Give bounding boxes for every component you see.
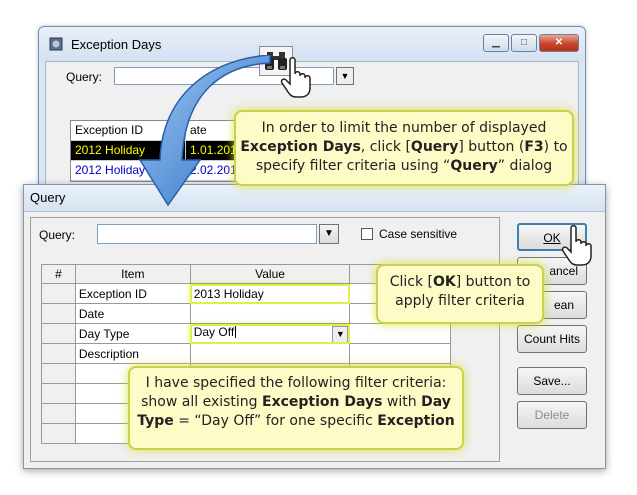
- callout-text: Query: [410, 138, 459, 155]
- callout-text: = “Day Off” for one specific: [173, 412, 378, 429]
- callout-text: Click [: [389, 274, 433, 290]
- callout-text: Type: [137, 412, 174, 429]
- callout-line: Type = “Day Off” for one specific Except…: [130, 412, 462, 431]
- hand-pointer-icon: [280, 57, 311, 98]
- case-sensitive-checkbox[interactable]: [361, 228, 373, 240]
- callout-line: Exception Days, click [Query] button (F3…: [236, 138, 572, 157]
- row-number: [41, 303, 76, 324]
- column-header: Item: [74, 264, 191, 284]
- grid-item: Description: [74, 343, 191, 364]
- grid-item: Exception ID: [74, 283, 191, 304]
- grid-value-input[interactable]: [189, 343, 351, 364]
- column-header: #: [41, 264, 76, 284]
- grid-extra: [349, 343, 451, 364]
- row-number: [41, 283, 76, 304]
- grid-value-input[interactable]: 2013 Holiday: [189, 283, 351, 304]
- row-number: [41, 343, 76, 364]
- callout-filter-criteria: I have specified the following filter cr…: [128, 366, 464, 450]
- callout-line: Click [OK] button to: [378, 273, 542, 292]
- count-hits-button[interactable]: Count Hits: [517, 325, 587, 353]
- callout-text: ) to: [543, 138, 568, 155]
- dialog-title: Query: [30, 190, 66, 205]
- row-number: [41, 363, 76, 384]
- maximize-icon[interactable]: □: [511, 34, 537, 52]
- grid-row[interactable]: Day Type ▼ Day Off: [41, 323, 451, 344]
- chevron-down-icon[interactable]: ▼: [336, 67, 354, 85]
- query-input[interactable]: [97, 224, 317, 244]
- callout-text: Query: [450, 157, 498, 174]
- callout-text: Exception: [377, 412, 455, 429]
- query-dialog-titlebar: Query: [24, 185, 605, 212]
- row-number: [41, 383, 76, 404]
- query-label: Query:: [66, 70, 103, 84]
- row-number: [41, 323, 76, 344]
- row-number: [41, 403, 76, 424]
- delete-button[interactable]: Delete: [517, 401, 587, 429]
- grid-value-select[interactable]: ▼ Day Off: [189, 323, 351, 344]
- callout-text: , click [: [360, 138, 411, 155]
- callout-text: ” dialog: [497, 157, 553, 174]
- callout-text: Exception Days: [262, 393, 383, 410]
- minimize-icon[interactable]: ▁: [483, 34, 509, 52]
- chevron-down-icon[interactable]: ▼: [319, 224, 339, 244]
- grid-value-text: Day Off: [193, 324, 235, 339]
- callout-text: OK: [432, 274, 456, 290]
- ok-button-label: OK: [543, 231, 561, 245]
- window-title: Exception Days: [71, 37, 162, 52]
- callout-text: Day: [421, 393, 451, 410]
- save-button[interactable]: Save...: [517, 367, 587, 395]
- callout-query-instruction: In order to limit the number of displaye…: [234, 110, 574, 186]
- callout-text: with: [382, 393, 422, 410]
- close-icon[interactable]: ✕: [539, 34, 579, 52]
- callout-text: I have specified the following filter cr…: [145, 375, 447, 391]
- hand-pointer-icon: [561, 225, 592, 266]
- callout-line: show all existing Exception Days with Da…: [130, 393, 462, 412]
- text-caret: [235, 326, 237, 339]
- grid-extra: [349, 323, 451, 344]
- callout-line: apply filter criteria: [378, 292, 542, 311]
- query-label: Query:: [39, 228, 76, 242]
- case-sensitive-label: Case sensitive: [379, 227, 458, 241]
- callout-text: F3: [524, 138, 544, 155]
- callout-text: In order to limit the number of displaye…: [261, 120, 547, 136]
- callout-line: In order to limit the number of displaye…: [236, 119, 572, 138]
- grid-item: Date: [74, 303, 191, 324]
- callout-text: Exception Days: [240, 138, 361, 155]
- row-number: [41, 423, 76, 444]
- grid-value-input[interactable]: [189, 303, 351, 324]
- callout-ok-instruction: Click [OK] button to apply filter criter…: [376, 264, 544, 324]
- grid-item: Day Type: [74, 323, 191, 344]
- callout-text: ] button (: [458, 138, 525, 155]
- app-icon: [49, 37, 63, 51]
- callout-text: show all existing: [141, 393, 263, 410]
- column-header: Value: [189, 264, 351, 284]
- callout-text: apply filter criteria: [395, 292, 525, 309]
- callout-text: ] button to: [455, 274, 531, 290]
- callout-text: specify filter criteria using “: [255, 157, 451, 174]
- callout-line: specify filter criteria using “Query” di…: [236, 157, 572, 176]
- chevron-down-icon[interactable]: ▼: [332, 325, 349, 343]
- grid-row[interactable]: Description: [41, 343, 451, 364]
- callout-line: I have specified the following filter cr…: [130, 374, 462, 393]
